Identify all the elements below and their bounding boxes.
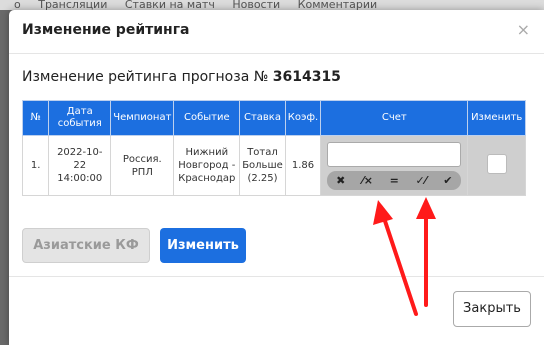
half-win-icon[interactable]: ✓⁄ xyxy=(410,174,432,187)
col-header-bet: Ставка xyxy=(239,100,286,136)
bg-nav-item: о xyxy=(14,0,21,10)
cell-date: 2022-10-22 14:00:00 xyxy=(48,135,112,196)
close-icon[interactable]: × xyxy=(517,20,530,39)
bg-nav-item: Трансляции xyxy=(38,0,108,10)
bg-nav-item: Ставки на матч xyxy=(124,0,215,10)
bg-nav-item: Комментарии xyxy=(297,0,378,10)
backdrop-shade-left xyxy=(0,10,9,345)
change-checkbox[interactable] xyxy=(486,153,507,174)
subtitle-prefix: Изменение рейтинга прогноза № xyxy=(22,69,269,85)
bg-nav-item: Новости xyxy=(232,0,281,10)
score-input[interactable] xyxy=(327,141,462,167)
footer-divider xyxy=(9,276,544,277)
lose-icon[interactable]: ✖ xyxy=(330,174,352,187)
col-header-date: Дата события xyxy=(48,100,112,136)
win-icon[interactable]: ✔ xyxy=(437,174,459,187)
forecast-subtitle: Изменение рейтинга прогноза № 3614315 xyxy=(22,69,341,85)
col-header-coef: Коэф. xyxy=(284,100,322,136)
col-header-score: Счет xyxy=(320,100,469,136)
cell-change xyxy=(467,135,526,196)
cell-bet: Тотал Больше (2.25) xyxy=(239,135,286,196)
rating-change-modal: Изменение рейтинга × Изменение рейтинга … xyxy=(9,10,544,345)
score-button-group: ✖ ⁄× = ✓⁄ ✔ xyxy=(327,170,462,190)
cell-coef: 1.86 xyxy=(284,135,322,196)
cell-score: ✖ ⁄× = ✓⁄ ✔ xyxy=(320,135,469,196)
half-lose-icon[interactable]: ⁄× xyxy=(356,174,378,187)
col-header-change: Изменить xyxy=(467,100,526,136)
forecast-table: № Дата события Чемпионат Событие Ставка … xyxy=(21,100,526,196)
cell-championship: Россия. РПЛ xyxy=(110,135,175,196)
cell-event: Нижний Новгород - Краснодар xyxy=(173,135,241,196)
asian-odds-button[interactable]: Азиатские КФ xyxy=(22,228,150,263)
table-header-row: № Дата события Чемпионат Событие Ставка … xyxy=(21,100,526,136)
col-header-event: Событие xyxy=(173,100,241,136)
background-nav: о Трансляции Ставки на матч Новости Комм… xyxy=(0,0,544,10)
forecast-number: 3614315 xyxy=(272,69,341,85)
cell-num: 1. xyxy=(21,135,50,196)
col-header-championship: Чемпионат xyxy=(110,100,175,136)
close-button[interactable]: Закрыть xyxy=(453,291,531,327)
table-row: 1. 2022-10-22 14:00:00 Россия. РПЛ Нижни… xyxy=(21,135,526,196)
modal-title: Изменение рейтинга xyxy=(22,22,190,38)
change-button[interactable]: Изменить xyxy=(160,228,246,263)
modal-header: Изменение рейтинга × xyxy=(9,10,544,54)
return-icon[interactable]: = xyxy=(383,174,405,187)
col-header-num: № xyxy=(21,100,50,136)
